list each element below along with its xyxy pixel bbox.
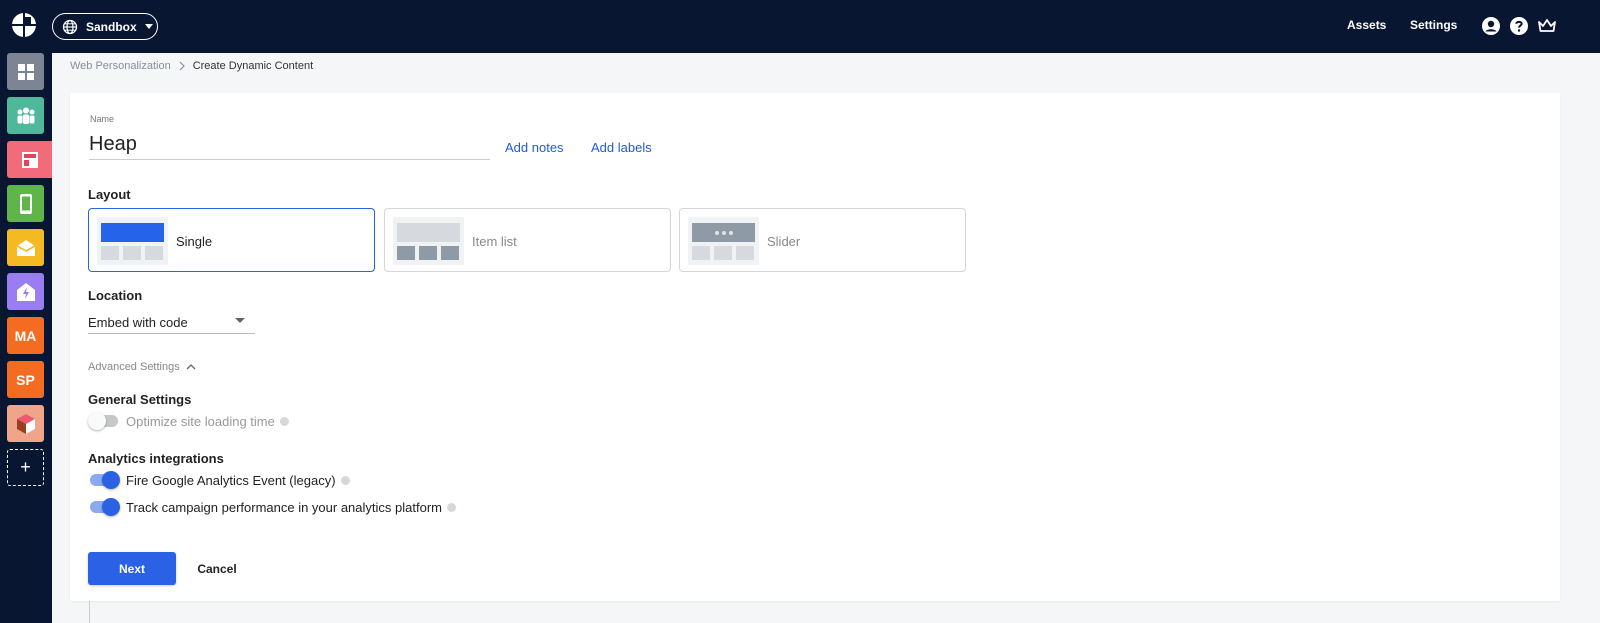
optimize-toggle[interactable] bbox=[88, 411, 120, 431]
sidebar: MA SP + bbox=[0, 53, 52, 623]
advanced-settings-label: Advanced Settings bbox=[88, 361, 180, 373]
sidebar-item-product[interactable] bbox=[7, 405, 44, 442]
account-icon[interactable] bbox=[1481, 16, 1501, 36]
sidebar-item-email-automation[interactable] bbox=[7, 273, 44, 310]
sidebar-item-email[interactable] bbox=[7, 229, 44, 266]
sidebar-item-mobile[interactable] bbox=[7, 185, 44, 222]
form-card bbox=[70, 93, 1560, 601]
layout-option-label: Slider bbox=[767, 234, 801, 249]
environment-selector[interactable]: Sandbox bbox=[52, 13, 158, 40]
mobile-icon bbox=[19, 193, 32, 214]
chevron-down-icon bbox=[144, 24, 153, 29]
add-notes-link[interactable]: Add notes bbox=[505, 140, 564, 155]
help-icon[interactable] bbox=[1509, 16, 1529, 36]
layout-option-label: Item list bbox=[472, 234, 517, 249]
layout-option-slider[interactable]: Slider bbox=[679, 208, 966, 272]
sidebar-item-label: SP bbox=[16, 371, 35, 388]
location-title: Location bbox=[88, 288, 143, 303]
optimize-label: Optimize site loading time bbox=[126, 414, 289, 429]
name-input[interactable] bbox=[89, 130, 490, 160]
sidebar-item-dashboard[interactable] bbox=[7, 53, 44, 90]
breadcrumb-current: Create Dynamic Content bbox=[192, 60, 314, 72]
add-app-button[interactable]: + bbox=[7, 449, 44, 486]
breadcrumb-parent[interactable]: Web Personalization bbox=[70, 60, 171, 72]
logo-icon[interactable] bbox=[11, 12, 37, 38]
settings-link[interactable]: Settings bbox=[1410, 18, 1457, 32]
ga-event-label: Fire Google Analytics Event (legacy) bbox=[126, 473, 350, 488]
environment-label: Sandbox bbox=[86, 19, 137, 34]
chevron-up-icon bbox=[186, 364, 196, 370]
sidebar-item-audience[interactable] bbox=[7, 97, 44, 134]
info-icon[interactable] bbox=[340, 476, 350, 485]
add-labels-link[interactable]: Add labels bbox=[591, 140, 652, 155]
name-label: Name bbox=[90, 114, 115, 124]
cancel-button[interactable]: Cancel bbox=[191, 552, 243, 585]
box-icon bbox=[16, 413, 35, 434]
web-layout-icon bbox=[21, 151, 38, 168]
single-layout-icon bbox=[97, 217, 168, 265]
layout-option-label: Single bbox=[176, 234, 213, 249]
chevron-right-icon bbox=[179, 61, 185, 71]
email-automation-icon bbox=[16, 282, 35, 301]
ga-event-toggle[interactable] bbox=[88, 470, 120, 490]
dashboard-icon bbox=[17, 63, 34, 80]
general-settings-title: General Settings bbox=[88, 392, 192, 407]
layout-option-single[interactable]: Single bbox=[88, 208, 375, 272]
advanced-settings-toggle[interactable]: Advanced Settings bbox=[88, 361, 196, 373]
email-icon bbox=[16, 239, 35, 256]
layout-title: Layout bbox=[88, 187, 131, 202]
divider bbox=[89, 601, 90, 623]
location-value: Embed with code bbox=[88, 315, 188, 330]
sidebar-item-sp[interactable]: SP bbox=[7, 361, 44, 398]
layout-option-item-list[interactable]: Item list bbox=[384, 208, 671, 272]
location-select[interactable]: Embed with code bbox=[88, 310, 255, 334]
crown-icon[interactable] bbox=[1537, 16, 1557, 36]
sidebar-item-web-personalization[interactable] bbox=[7, 141, 52, 178]
top-bar: Sandbox Assets Settings bbox=[0, 0, 1600, 53]
track-campaign-label: Track campaign performance in your analy… bbox=[126, 500, 456, 515]
track-campaign-toggle[interactable] bbox=[88, 497, 120, 517]
people-icon bbox=[17, 107, 34, 124]
item-list-layout-icon bbox=[393, 217, 464, 265]
breadcrumb: Web Personalization Create Dynamic Conte… bbox=[70, 60, 313, 72]
sidebar-item-label: MA bbox=[14, 327, 37, 344]
sidebar-item-ma[interactable]: MA bbox=[7, 317, 44, 354]
info-icon[interactable] bbox=[446, 503, 456, 512]
analytics-integrations-title: Analytics integrations bbox=[88, 451, 224, 466]
globe-icon bbox=[62, 19, 78, 34]
next-button[interactable]: Next bbox=[88, 552, 176, 585]
slider-layout-icon bbox=[688, 217, 759, 265]
chevron-down-icon bbox=[235, 318, 245, 323]
assets-link[interactable]: Assets bbox=[1347, 18, 1386, 32]
info-icon[interactable] bbox=[279, 417, 289, 426]
